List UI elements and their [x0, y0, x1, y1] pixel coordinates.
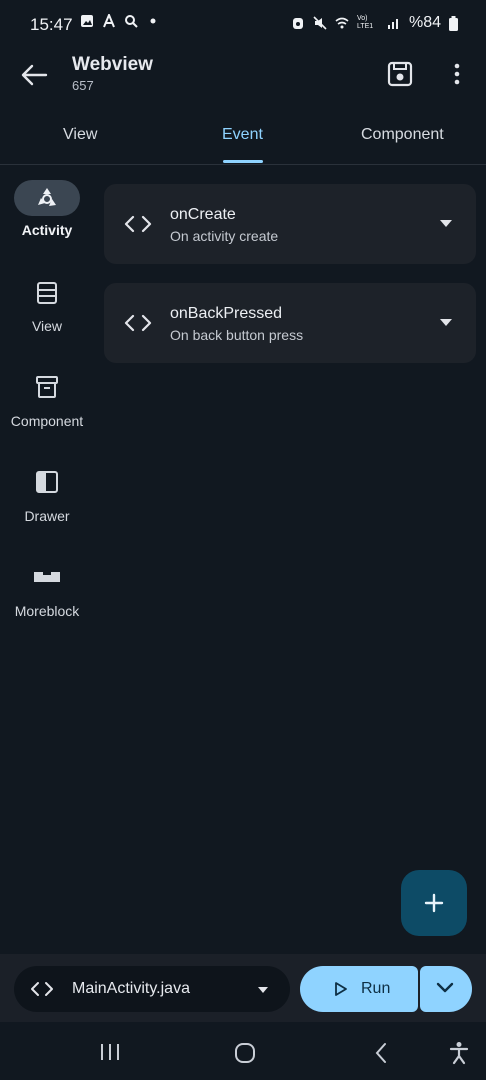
- dropdown-caret-icon: [258, 987, 268, 993]
- signal-icon: [387, 19, 398, 29]
- nav-back-icon[interactable]: [374, 1042, 388, 1064]
- wifi-icon: [335, 17, 349, 29]
- code-icon: [31, 982, 53, 996]
- dropdown-caret-icon[interactable]: [440, 319, 452, 327]
- status-notification-icons: [80, 14, 160, 28]
- alarm-icon: [292, 18, 303, 29]
- status-system-icons: Vo) LTE1 %84: [291, 14, 458, 32]
- recycle-icon: [38, 188, 56, 206]
- run-button[interactable]: [300, 966, 418, 1012]
- battery-percent: %84: [408, 14, 441, 31]
- event-title: onCreate: [170, 206, 236, 223]
- plus-icon: [424, 893, 444, 913]
- list-icon: [37, 282, 57, 304]
- accessibility-icon[interactable]: [448, 1041, 470, 1065]
- rail-item-component[interactable]: Component: [0, 413, 94, 429]
- rail-item-view[interactable]: View: [0, 318, 94, 334]
- tab-component[interactable]: Component: [361, 126, 444, 144]
- back-arrow-icon[interactable]: [20, 63, 48, 87]
- save-icon[interactable]: [386, 60, 414, 88]
- tab-view[interactable]: View: [63, 126, 97, 144]
- more-vert-icon[interactable]: [446, 62, 468, 86]
- event-card-oncreate[interactable]: [104, 184, 476, 264]
- event-title: onBackPressed: [170, 305, 283, 322]
- font-a-icon: [103, 14, 115, 28]
- mute-icon: [313, 16, 327, 30]
- event-description: On activity create: [170, 228, 279, 244]
- battery-icon: [449, 15, 458, 31]
- volte-label: Vo) LTE1: [356, 15, 374, 30]
- home-icon[interactable]: [234, 1042, 256, 1064]
- add-fab-button[interactable]: [401, 870, 467, 936]
- archive-icon: [36, 376, 58, 398]
- rail-item-drawer[interactable]: Drawer: [0, 508, 94, 524]
- play-icon: [335, 982, 347, 996]
- dropdown-caret-icon[interactable]: [440, 220, 452, 228]
- event-description: On back button press: [170, 327, 304, 343]
- run-label: Run: [361, 980, 391, 997]
- search-icon: [125, 15, 138, 28]
- tab-event[interactable]: Event: [222, 126, 263, 144]
- dot-icon: [150, 18, 156, 24]
- chevron-down-icon: [436, 982, 454, 993]
- status-time: 15:47: [30, 15, 73, 34]
- image-icon: [81, 15, 93, 27]
- code-icon: [124, 215, 152, 233]
- block-icon: [34, 572, 60, 582]
- rail-item-activity[interactable]: Activity: [0, 222, 94, 238]
- drawer-icon: [36, 471, 58, 493]
- page-title: Webview: [72, 54, 153, 75]
- code-icon: [124, 314, 152, 332]
- tab-indicator: [223, 160, 263, 163]
- recents-icon[interactable]: [99, 1042, 121, 1062]
- event-card-onbackpressed[interactable]: [104, 283, 476, 363]
- rail-item-moreblock[interactable]: Moreblock: [0, 603, 94, 619]
- page-subtitle: 657: [72, 78, 94, 93]
- file-name: MainActivity.java: [72, 980, 190, 997]
